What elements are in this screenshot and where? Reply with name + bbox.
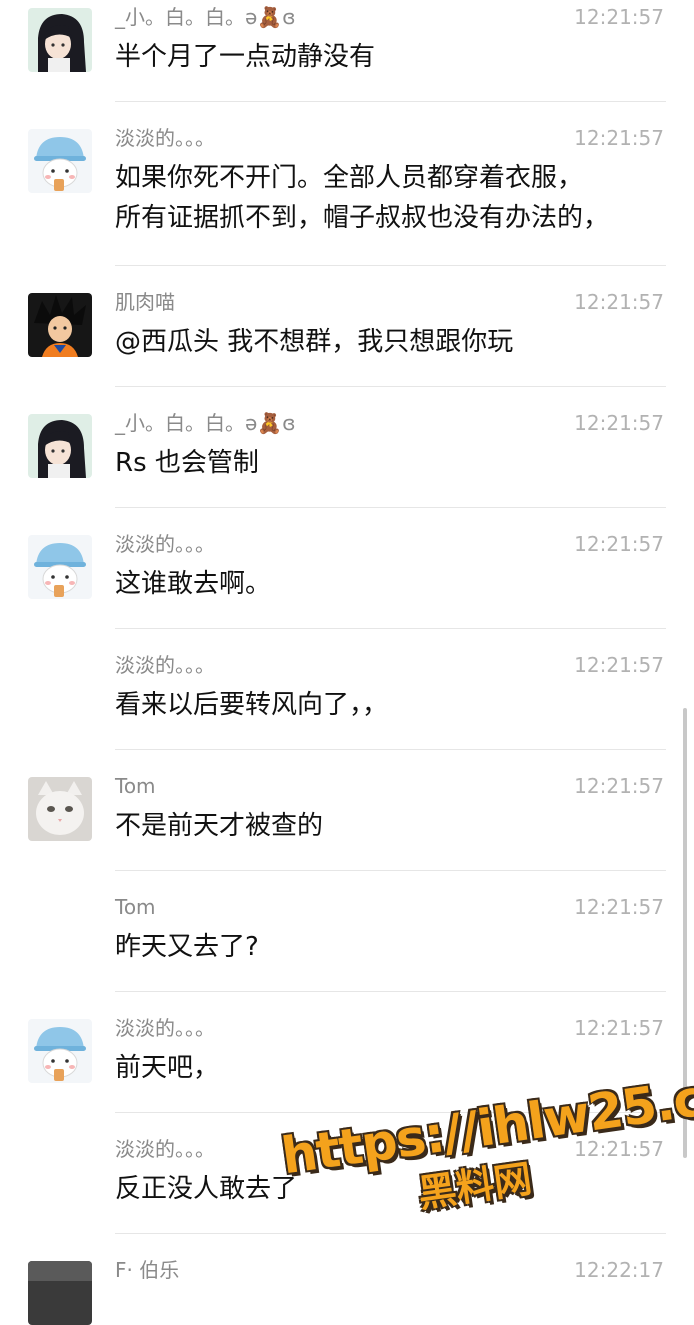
sender-name[interactable]: F· 伯乐	[115, 1257, 179, 1283]
message-time: 12:21:57	[574, 5, 664, 29]
sender-name[interactable]: 淡淡的。。。	[115, 125, 215, 151]
message-text[interactable]: Rs 也会管制	[115, 443, 665, 483]
avatar[interactable]	[28, 129, 92, 193]
message-text[interactable]: 不是前天才被查的	[115, 806, 665, 846]
message-text[interactable]: 这谁敢去啊。	[115, 564, 665, 604]
avatar[interactable]	[28, 535, 92, 599]
avatar[interactable]	[28, 1261, 92, 1325]
separator	[115, 628, 666, 629]
white-cat-avatar-icon	[28, 777, 92, 841]
anime-girl-avatar-icon	[28, 8, 92, 72]
separator	[115, 507, 666, 508]
sender-name[interactable]: 淡淡的。。。	[115, 1015, 215, 1041]
message-text[interactable]: 昨天又去了?	[115, 927, 665, 967]
message-time: 12:21:57	[574, 126, 664, 150]
message-text[interactable]: @西瓜头 我不想群，我只想跟你玩	[115, 322, 665, 362]
message-time: 12:21:57	[574, 532, 664, 556]
separator	[115, 870, 666, 871]
sender-name[interactable]: Tom	[115, 894, 156, 920]
sender-name[interactable]: 淡淡的。。。	[115, 531, 215, 557]
avatar[interactable]	[28, 1019, 92, 1083]
sender-name[interactable]: 淡淡的。。。	[115, 652, 215, 678]
sender-name[interactable]: _小。白。白。ə🧸ɞ	[115, 4, 296, 30]
message-time: 12:21:57	[574, 774, 664, 798]
message-time: 12:21:57	[574, 290, 664, 314]
sender-name[interactable]: 淡淡的。。。	[115, 1136, 215, 1162]
hat-bear-avatar-icon	[28, 535, 92, 599]
avatar[interactable]	[28, 414, 92, 478]
message-text[interactable]: 前天吧，	[115, 1048, 665, 1088]
separator	[115, 101, 666, 102]
anime-girl-avatar-icon	[28, 414, 92, 478]
avatar[interactable]	[28, 8, 92, 72]
sender-name[interactable]: _小。白。白。ə🧸ɞ	[115, 410, 296, 436]
sender-name[interactable]: Tom	[115, 773, 156, 799]
separator	[115, 386, 666, 387]
message-text[interactable]: 看来以后要转风向了，，	[115, 685, 665, 725]
message-time: 12:21:57	[574, 1016, 664, 1040]
separator	[115, 991, 666, 992]
separator	[115, 265, 666, 266]
hat-bear-avatar-icon	[28, 129, 92, 193]
message-time: 12:22:17	[574, 1258, 664, 1282]
goku-avatar-icon	[28, 293, 92, 357]
message-time: 12:21:57	[574, 411, 664, 435]
avatar[interactable]	[28, 777, 92, 841]
sender-name[interactable]: 肌肉喵	[115, 289, 175, 315]
message-text[interactable]: 半个月了一点动静没有	[115, 37, 665, 77]
avatar[interactable]	[28, 293, 92, 357]
watermark: https://ihlw25.com 黑料网	[278, 1057, 694, 1267]
message-time: 12:21:57	[574, 653, 664, 677]
message-text[interactable]: 如果你死不开门。全部人员都穿着衣服， 所有证据抓不到，帽子叔叔也没有办法的，	[115, 158, 665, 238]
dark-photo-avatar-icon	[28, 1261, 92, 1325]
separator	[115, 749, 666, 750]
hat-bear-avatar-icon	[28, 1019, 92, 1083]
message-time: 12:21:57	[574, 895, 664, 919]
